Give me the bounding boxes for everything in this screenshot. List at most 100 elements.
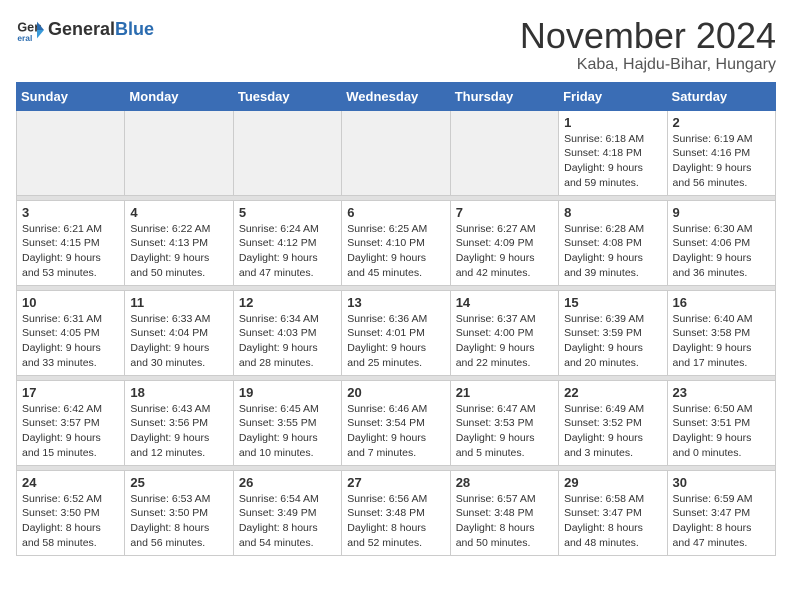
day-cell: 13Sunrise: 6:36 AM Sunset: 4:01 PM Dayli… (342, 290, 450, 375)
day-number: 11 (130, 295, 227, 310)
day-info: Sunrise: 6:49 AM Sunset: 3:52 PM Dayligh… (564, 402, 661, 461)
day-number: 2 (673, 115, 770, 130)
day-number: 7 (456, 205, 553, 220)
day-cell: 27 Sunrise: 6:56 AM Sunset: 3:48 PM Dayli… (342, 470, 450, 555)
logo: Gen eral GeneralBlue (16, 16, 154, 44)
day-cell: 30Sunrise: 6:59 AM Sunset: 3:47 PM Dayli… (667, 470, 775, 555)
weekday-header-tuesday: Tuesday (233, 82, 341, 110)
day-number: 4 (130, 205, 227, 220)
day-info: Sunrise: 6:43 AM Sunset: 3:56 PM Dayligh… (130, 402, 227, 461)
week-row-3: 10 Sunrise: 6:31 AM Sunset: 4:05 PM Dayli… (17, 290, 776, 375)
day-number: 10 (22, 295, 119, 310)
day-cell: 28 Sunrise: 6:57 AM Sunset: 3:48 PM Dayli… (450, 470, 558, 555)
day-cell (233, 110, 341, 195)
day-number: 1 (564, 115, 661, 130)
day-cell: 24Sunrise: 6:52 AM Sunset: 3:50 PM Dayli… (17, 470, 125, 555)
logo-general-text: GeneralBlue (48, 20, 154, 40)
day-cell: 23 Sunrise: 6:50 AM Sunset: 3:51 PM Dayli… (667, 380, 775, 465)
day-info: Sunrise: 6:19 AM Sunset: 4:16 PM Dayligh… (673, 132, 770, 191)
day-cell (342, 110, 450, 195)
day-cell: 20 Sunrise: 6:46 AM Sunset: 3:54 PM Dayli… (342, 380, 450, 465)
day-info: Sunrise: 6:27 AM Sunset: 4:09 PM Dayligh… (456, 222, 553, 281)
day-cell: 4 Sunrise: 6:22 AM Sunset: 4:13 PM Daylig… (125, 200, 233, 285)
day-number: 17 (22, 385, 119, 400)
calendar-table: SundayMondayTuesdayWednesdayThursdayFrid… (16, 82, 776, 556)
weekday-header-friday: Friday (559, 82, 667, 110)
day-info: Sunrise: 6:52 AM Sunset: 3:50 PM Dayligh… (22, 492, 119, 551)
svg-text:eral: eral (17, 33, 32, 43)
weekday-header-wednesday: Wednesday (342, 82, 450, 110)
day-info: Sunrise: 6:30 AM Sunset: 4:06 PM Dayligh… (673, 222, 770, 281)
location-title: Kaba, Hajdu-Bihar, Hungary (520, 56, 776, 74)
day-cell: 25 Sunrise: 6:53 AM Sunset: 3:50 PM Dayli… (125, 470, 233, 555)
day-cell: 8 Sunrise: 6:28 AM Sunset: 4:08 PM Daylig… (559, 200, 667, 285)
title-area: November 2024 Kaba, Hajdu-Bihar, Hungary (520, 16, 776, 74)
day-info: Sunrise: 6:25 AM Sunset: 4:10 PM Dayligh… (347, 222, 444, 281)
day-number: 19 (239, 385, 336, 400)
day-info: Sunrise: 6:34 AM Sunset: 4:03 PM Dayligh… (239, 312, 336, 371)
day-info: Sunrise: 6:28 AM Sunset: 4:08 PM Dayligh… (564, 222, 661, 281)
day-cell: 22Sunrise: 6:49 AM Sunset: 3:52 PM Dayli… (559, 380, 667, 465)
day-cell: 19 Sunrise: 6:45 AM Sunset: 3:55 PM Dayli… (233, 380, 341, 465)
day-cell: 21 Sunrise: 6:47 AM Sunset: 3:53 PM Dayli… (450, 380, 558, 465)
day-number: 5 (239, 205, 336, 220)
day-info: Sunrise: 6:57 AM Sunset: 3:48 PM Dayligh… (456, 492, 553, 551)
day-cell: 26Sunrise: 6:54 AM Sunset: 3:49 PM Dayli… (233, 470, 341, 555)
day-cell: 12Sunrise: 6:34 AM Sunset: 4:03 PM Dayli… (233, 290, 341, 375)
day-info: Sunrise: 6:37 AM Sunset: 4:00 PM Dayligh… (456, 312, 553, 371)
day-cell: 18 Sunrise: 6:43 AM Sunset: 3:56 PM Dayli… (125, 380, 233, 465)
day-cell: 14Sunrise: 6:37 AM Sunset: 4:00 PM Dayli… (450, 290, 558, 375)
day-cell: 16 Sunrise: 6:40 AM Sunset: 3:58 PM Dayli… (667, 290, 775, 375)
day-info: Sunrise: 6:31 AM Sunset: 4:05 PM Dayligh… (22, 312, 119, 371)
week-row-2: 3 Sunrise: 6:21 AM Sunset: 4:15 PM Daylig… (17, 200, 776, 285)
weekday-header-row: SundayMondayTuesdayWednesdayThursdayFrid… (17, 82, 776, 110)
day-cell (450, 110, 558, 195)
day-info: Sunrise: 6:22 AM Sunset: 4:13 PM Dayligh… (130, 222, 227, 281)
day-info: Sunrise: 6:24 AM Sunset: 4:12 PM Dayligh… (239, 222, 336, 281)
day-cell (125, 110, 233, 195)
day-info: Sunrise: 6:39 AM Sunset: 3:59 PM Dayligh… (564, 312, 661, 371)
day-cell: 3 Sunrise: 6:21 AM Sunset: 4:15 PM Daylig… (17, 200, 125, 285)
day-number: 29 (564, 475, 661, 490)
day-info: Sunrise: 6:47 AM Sunset: 3:53 PM Dayligh… (456, 402, 553, 461)
week-row-5: 24Sunrise: 6:52 AM Sunset: 3:50 PM Dayli… (17, 470, 776, 555)
day-number: 18 (130, 385, 227, 400)
day-number: 25 (130, 475, 227, 490)
day-cell (17, 110, 125, 195)
day-number: 8 (564, 205, 661, 220)
logo-icon: Gen eral (16, 16, 44, 44)
day-info: Sunrise: 6:54 AM Sunset: 3:49 PM Dayligh… (239, 492, 336, 551)
day-info: Sunrise: 6:58 AM Sunset: 3:47 PM Dayligh… (564, 492, 661, 551)
day-info: Sunrise: 6:42 AM Sunset: 3:57 PM Dayligh… (22, 402, 119, 461)
day-info: Sunrise: 6:36 AM Sunset: 4:01 PM Dayligh… (347, 312, 444, 371)
day-info: Sunrise: 6:21 AM Sunset: 4:15 PM Dayligh… (22, 222, 119, 281)
day-info: Sunrise: 6:33 AM Sunset: 4:04 PM Dayligh… (130, 312, 227, 371)
day-cell: 2 Sunrise: 6:19 AM Sunset: 4:16 PM Daylig… (667, 110, 775, 195)
day-number: 16 (673, 295, 770, 310)
day-number: 21 (456, 385, 553, 400)
day-number: 27 (347, 475, 444, 490)
day-cell: 11 Sunrise: 6:33 AM Sunset: 4:04 PM Dayli… (125, 290, 233, 375)
day-info: Sunrise: 6:46 AM Sunset: 3:54 PM Dayligh… (347, 402, 444, 461)
day-number: 15 (564, 295, 661, 310)
day-cell: 29 Sunrise: 6:58 AM Sunset: 3:47 PM Dayli… (559, 470, 667, 555)
day-cell: 7 Sunrise: 6:27 AM Sunset: 4:09 PM Daylig… (450, 200, 558, 285)
day-cell: 9Sunrise: 6:30 AM Sunset: 4:06 PM Daylig… (667, 200, 775, 285)
day-number: 6 (347, 205, 444, 220)
weekday-header-saturday: Saturday (667, 82, 775, 110)
week-row-4: 17 Sunrise: 6:42 AM Sunset: 3:57 PM Dayli… (17, 380, 776, 465)
day-info: Sunrise: 6:40 AM Sunset: 3:58 PM Dayligh… (673, 312, 770, 371)
day-info: Sunrise: 6:50 AM Sunset: 3:51 PM Dayligh… (673, 402, 770, 461)
day-cell: 17 Sunrise: 6:42 AM Sunset: 3:57 PM Dayli… (17, 380, 125, 465)
day-info: Sunrise: 6:45 AM Sunset: 3:55 PM Dayligh… (239, 402, 336, 461)
day-number: 3 (22, 205, 119, 220)
page-header: Gen eral GeneralBlue November 2024 Kaba,… (16, 16, 776, 74)
day-info: Sunrise: 6:56 AM Sunset: 3:48 PM Dayligh… (347, 492, 444, 551)
month-title: November 2024 (520, 16, 776, 56)
day-number: 23 (673, 385, 770, 400)
day-number: 30 (673, 475, 770, 490)
day-cell: 6 Sunrise: 6:25 AM Sunset: 4:10 PM Daylig… (342, 200, 450, 285)
day-info: Sunrise: 6:53 AM Sunset: 3:50 PM Dayligh… (130, 492, 227, 551)
day-number: 20 (347, 385, 444, 400)
day-number: 28 (456, 475, 553, 490)
